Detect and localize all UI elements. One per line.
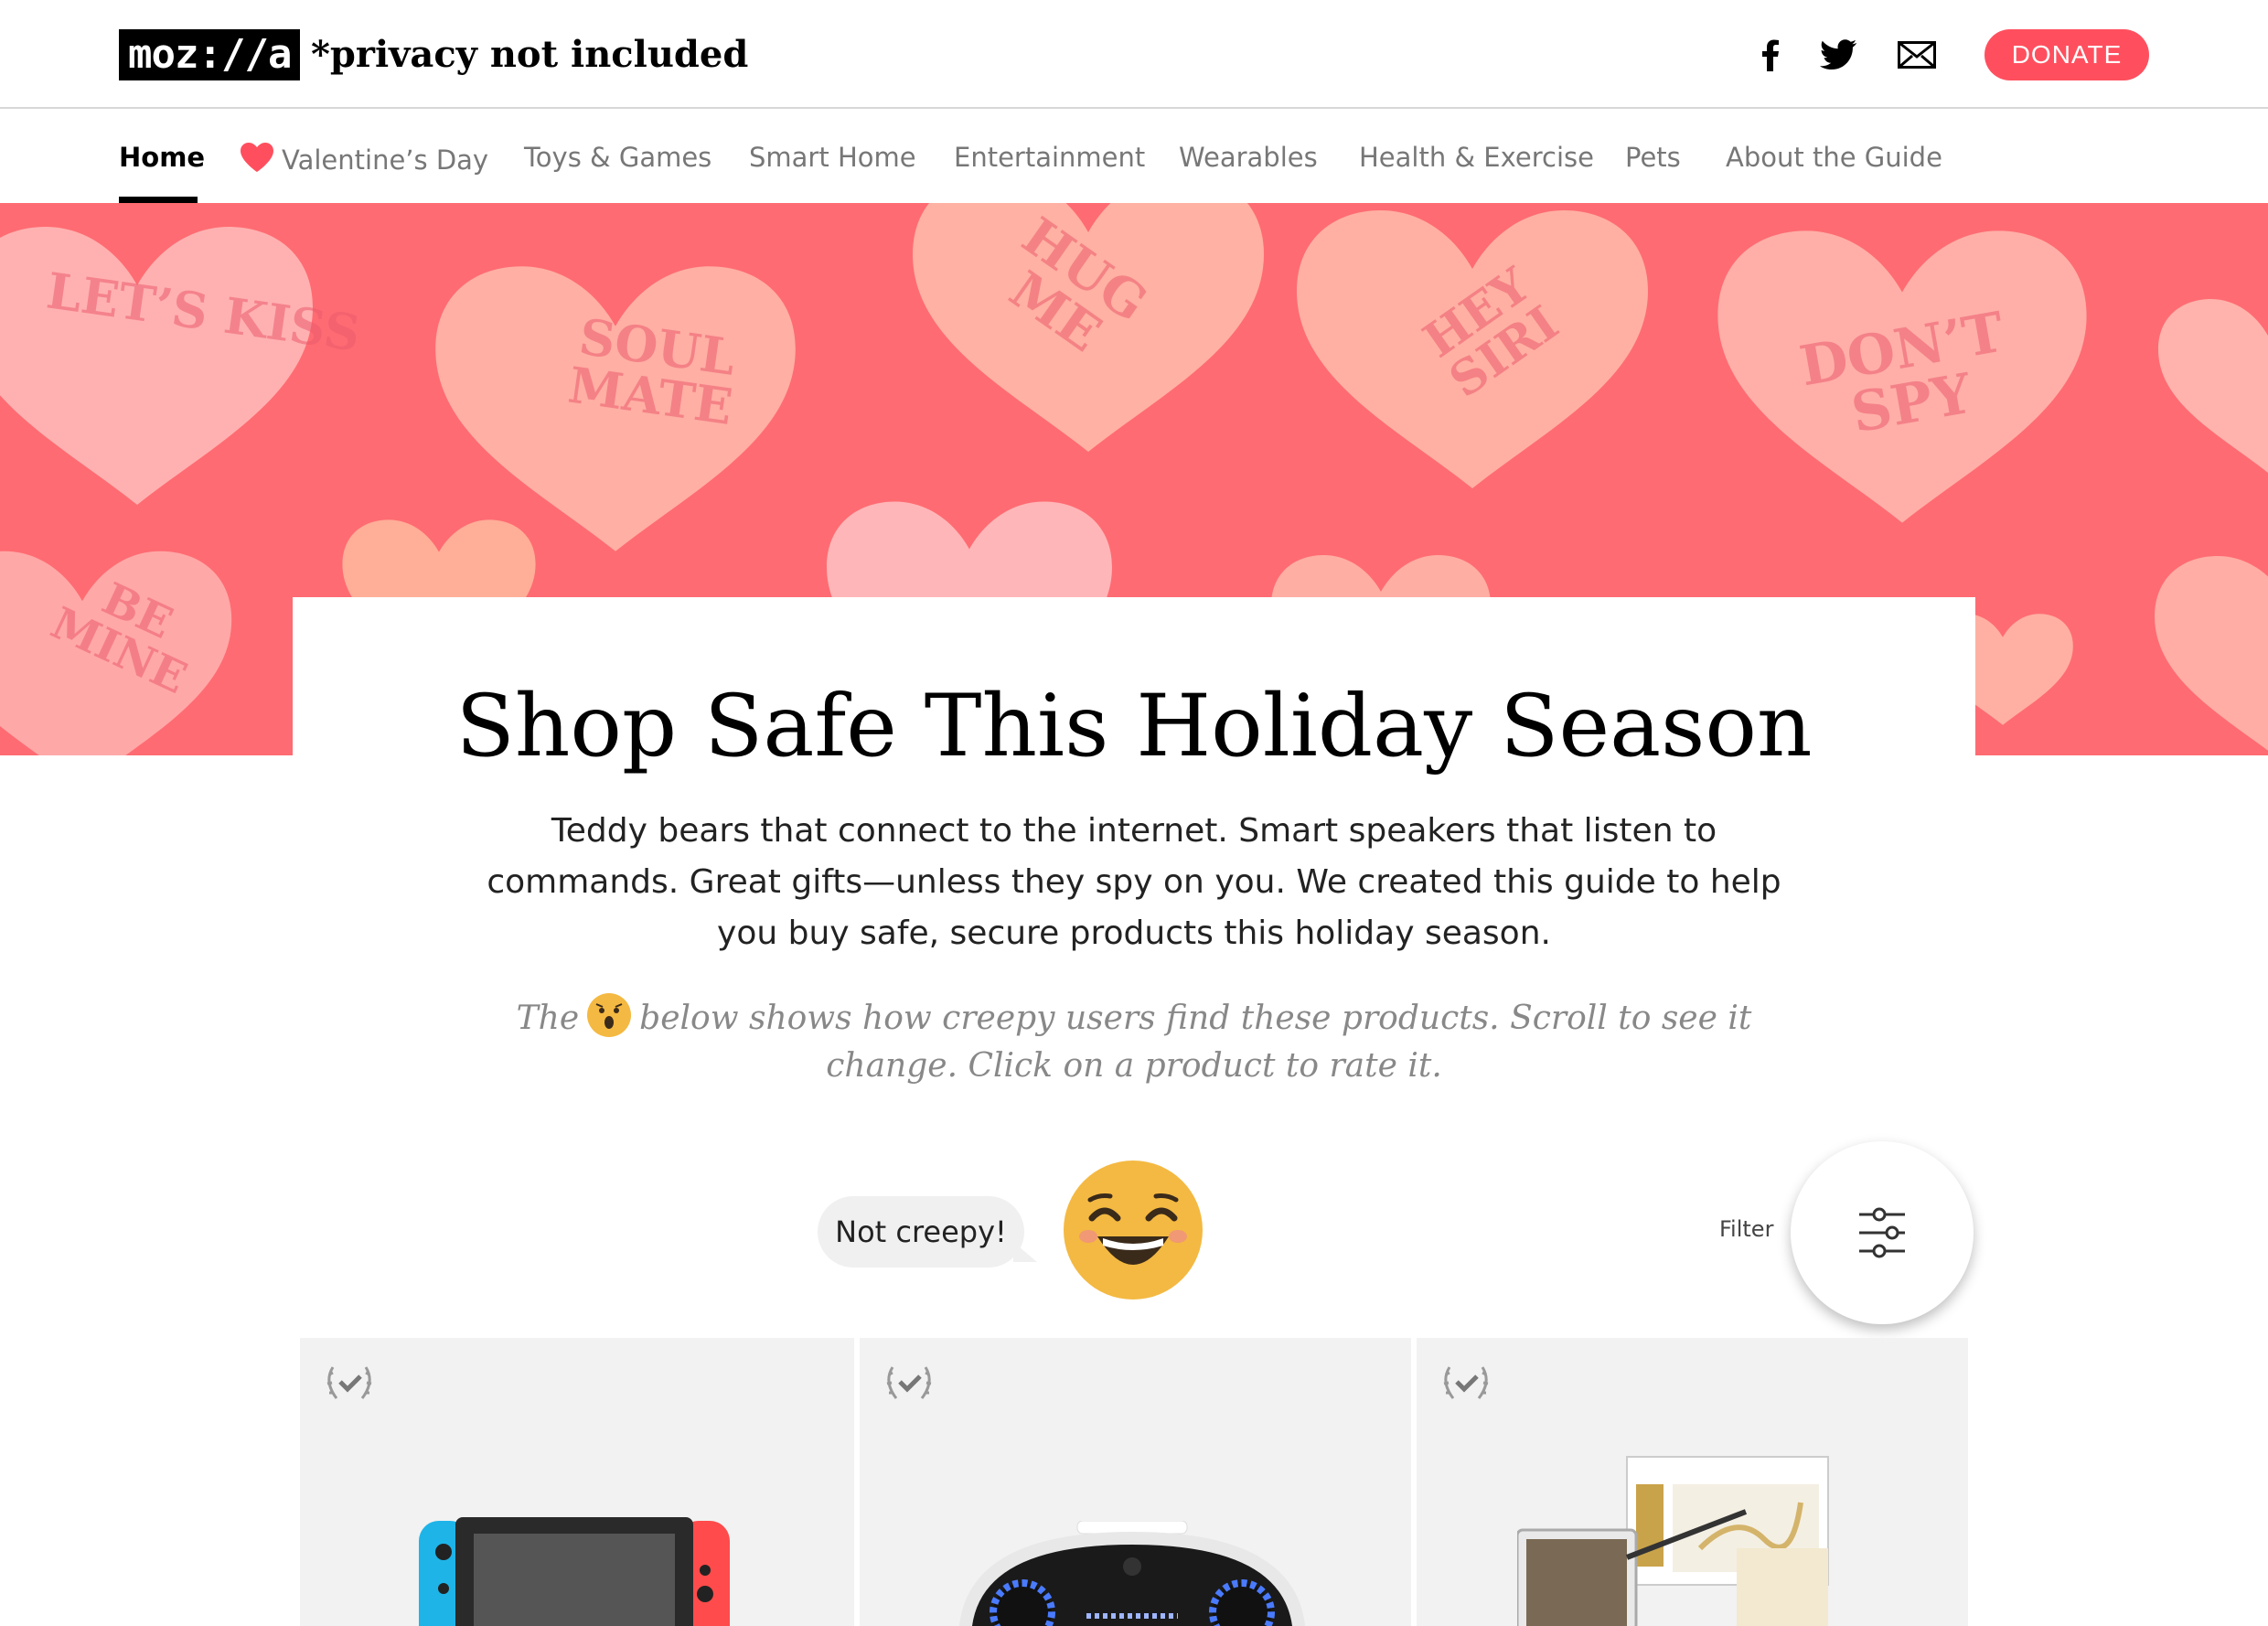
laughing-face-icon bbox=[1064, 1161, 1203, 1300]
product-card[interactable] bbox=[1417, 1338, 1968, 1626]
candy-heart-image bbox=[2158, 299, 2268, 473]
page-title: Shop Safe This Holiday Season bbox=[455, 677, 1813, 776]
nav-item-smart-home[interactable]: Smart Home bbox=[749, 142, 916, 173]
active-tab-indicator bbox=[119, 197, 198, 203]
filter-label: Filter bbox=[1719, 1216, 1774, 1242]
nav-item-valentines-day[interactable]: Valentine’s Day bbox=[240, 142, 488, 176]
candy-heart-image bbox=[0, 227, 313, 505]
filter-button[interactable] bbox=[1791, 1141, 1974, 1324]
creep-note: The below shows how creepy users find the… bbox=[457, 992, 1811, 1090]
nav-item-wearables[interactable]: Wearables bbox=[1179, 142, 1318, 173]
intro-text: Teddy bears that connect to the internet… bbox=[487, 812, 1781, 952]
nav-item-home[interactable]: Home bbox=[119, 142, 205, 173]
surprised-face-icon bbox=[587, 993, 632, 1037]
intro-card: Shop Safe This Holiday Season Teddy bear… bbox=[293, 597, 1975, 1085]
nav-item-about-the-guide[interactable]: About the Guide bbox=[1726, 142, 1942, 173]
creep-note-suffix: below shows how creepy users find these … bbox=[639, 1000, 1752, 1085]
donate-button[interactable]: DONATE bbox=[1984, 29, 2149, 80]
privacy-badge-icon bbox=[886, 1366, 932, 1399]
product-card[interactable] bbox=[860, 1338, 1411, 1626]
twitter-icon[interactable] bbox=[1816, 33, 1860, 77]
nav-item-toys-games[interactable]: Toys & Games bbox=[524, 142, 711, 173]
candy-heart-image bbox=[2155, 556, 2268, 751]
mozilla-logo[interactable]: moz://a bbox=[119, 29, 301, 80]
sliders-icon bbox=[1859, 1207, 1905, 1258]
speech-bubble-tail bbox=[1013, 1242, 1037, 1262]
creep-label: Not creepy! bbox=[818, 1196, 1024, 1268]
facebook-icon[interactable] bbox=[1749, 33, 1792, 77]
creep-note-prefix: The bbox=[516, 1000, 580, 1037]
top-bar: moz://a *privacy not included DONATE bbox=[0, 0, 2268, 109]
privacy-badge-icon bbox=[326, 1366, 372, 1399]
product-card[interactable] bbox=[300, 1338, 854, 1626]
privacy-badge-icon bbox=[1443, 1366, 1489, 1399]
nav-item-pets[interactable]: Pets bbox=[1625, 142, 1681, 173]
nav-item-label: Valentine’s Day bbox=[282, 144, 489, 176]
email-icon[interactable] bbox=[1895, 33, 1939, 77]
robot-image bbox=[958, 1521, 1306, 1626]
site-tagline[interactable]: *privacy not included bbox=[311, 29, 748, 80]
category-nav: Home Valentine’s Day Toys & Games Smart … bbox=[0, 109, 2268, 203]
heart-icon bbox=[241, 143, 273, 172]
nav-item-entertainment[interactable]: Entertainment bbox=[954, 142, 1145, 173]
game-console-image bbox=[419, 1517, 730, 1626]
nav-item-health-exercise[interactable]: Health & Exercise bbox=[1359, 142, 1594, 173]
wand-kit-image bbox=[1517, 1456, 1829, 1626]
